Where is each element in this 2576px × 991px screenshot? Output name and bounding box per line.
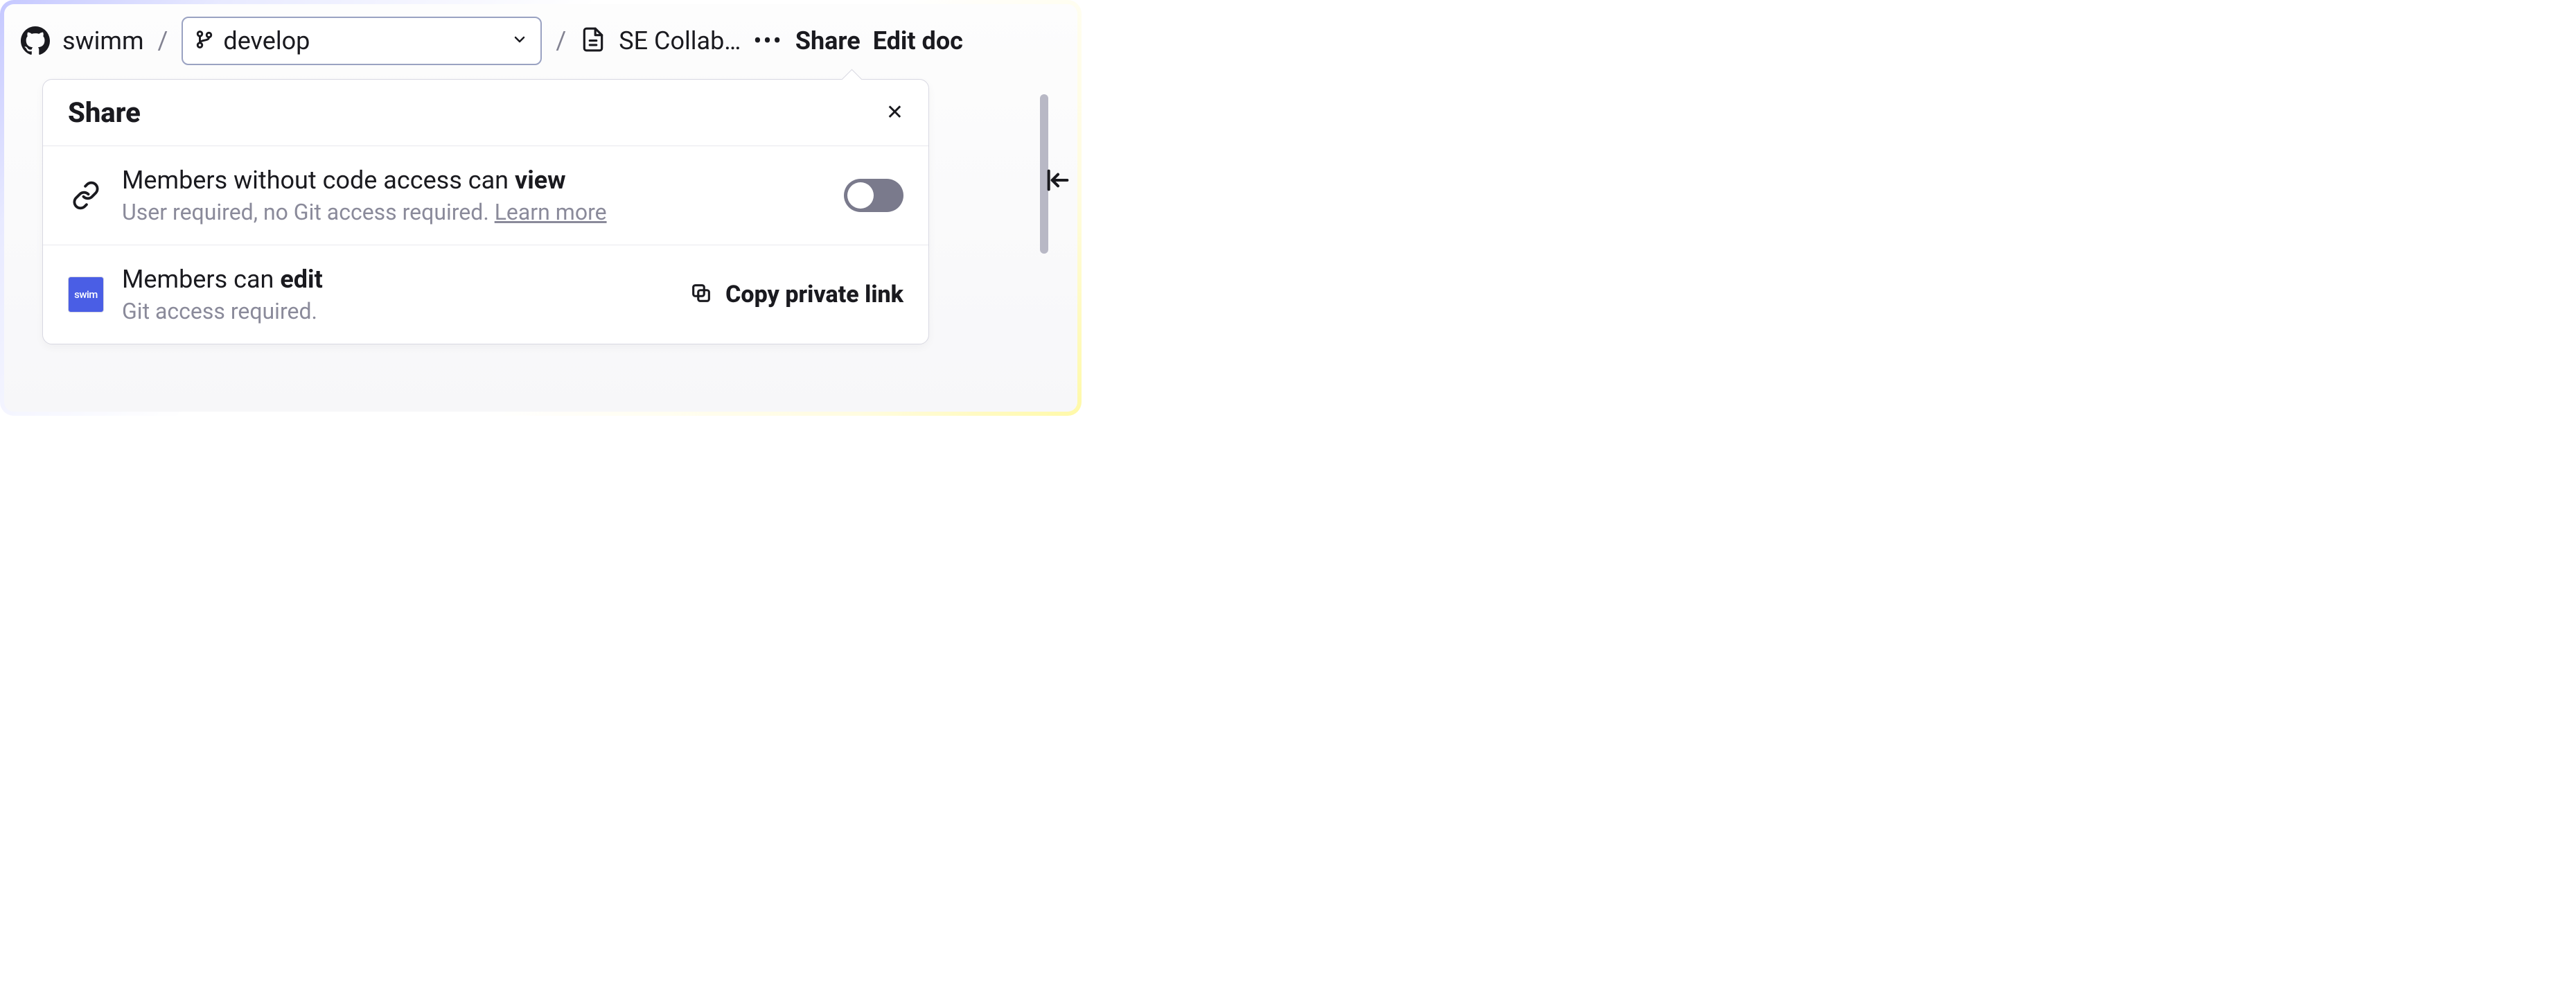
share-button[interactable]: Share — [795, 26, 861, 55]
popover-title: Share — [68, 96, 141, 129]
copy-private-link-button[interactable]: Copy private link — [689, 281, 903, 308]
breadcrumb-separator: / — [556, 26, 566, 55]
edit-permission-title: Members can edit — [122, 265, 671, 294]
view-permission-toggle[interactable] — [844, 179, 903, 212]
edit-permission-subtitle: Git access required. — [122, 298, 671, 324]
close-icon[interactable]: ✕ — [886, 103, 903, 123]
copy-link-label: Copy private link — [725, 281, 903, 308]
document-icon — [580, 26, 606, 55]
topbar: swimm / develop / SE Collab… ••• Share E… — [21, 17, 1061, 65]
link-icon — [68, 181, 104, 210]
edit-doc-button[interactable]: Edit doc — [873, 26, 963, 55]
repo-name[interactable]: swimm — [62, 26, 144, 55]
popover-header: Share ✕ — [43, 80, 928, 146]
branch-name: develop — [223, 26, 502, 55]
share-popover: Share ✕ Members without code access can … — [42, 79, 929, 344]
learn-more-link[interactable]: Learn more — [495, 199, 607, 225]
view-permission-title: Members without code access can view — [122, 166, 826, 195]
branch-selector[interactable]: develop — [182, 17, 542, 65]
github-icon — [21, 26, 50, 55]
view-permission-subtitle: User required, no Git access required. L… — [122, 199, 826, 225]
copy-icon — [689, 281, 713, 308]
swimm-logo-icon: swim — [68, 277, 104, 313]
share-row-view: Members without code access can view Use… — [43, 146, 928, 245]
chevron-down-icon — [511, 31, 528, 51]
collapse-sidebar-icon[interactable] — [1039, 161, 1077, 200]
breadcrumb-separator: / — [158, 26, 168, 55]
git-branch-icon — [195, 30, 213, 51]
share-row-edit: swim Members can edit Git access require… — [43, 245, 928, 344]
more-menu-icon[interactable]: ••• — [753, 28, 782, 53]
document-title[interactable]: SE Collab… — [619, 26, 741, 55]
